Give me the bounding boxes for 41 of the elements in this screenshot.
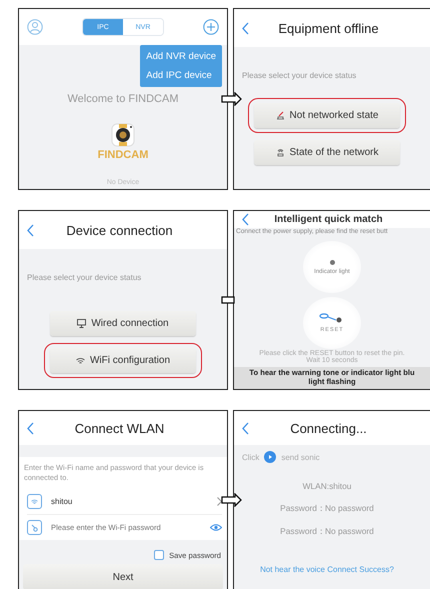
prompt-text: Please select your device status: [242, 71, 358, 80]
prompt-text: Please select your device status: [27, 273, 142, 282]
eye-icon[interactable]: [210, 524, 222, 531]
screen-title: Connect WLAN: [74, 420, 166, 436]
add-icon[interactable]: [203, 19, 219, 35]
password-text: Password：No password: [279, 503, 375, 514]
password-text: Password：No password: [279, 526, 375, 537]
option-button[interactable]: State of the network: [254, 140, 400, 165]
wifi-icon: [27, 494, 42, 509]
option-button[interactable]: WiFi configuration: [50, 348, 196, 373]
play-icon[interactable]: [264, 451, 276, 463]
monitor-icon: [77, 319, 86, 328]
send-text: send sonic: [281, 452, 320, 462]
indicator-dot: [330, 260, 334, 264]
wlan-text: WLAN:shitou: [302, 481, 352, 491]
option-button[interactable]: Not networked state: [254, 103, 400, 128]
back-icon[interactable]: [27, 422, 34, 434]
option-button[interactable]: Wired connection: [50, 311, 196, 336]
screen-title: Equipment offline: [277, 20, 380, 36]
key-icon: [27, 520, 42, 535]
chevron-right-icon[interactable]: [217, 497, 222, 506]
screen-title: Connecting...: [289, 420, 368, 436]
router-icon: [276, 111, 285, 120]
profile-icon[interactable]: [27, 19, 43, 35]
back-icon[interactable]: [242, 422, 249, 434]
logo-text: FINDCAM: [98, 149, 148, 161]
screen-title: Device connection: [65, 222, 174, 238]
back-icon[interactable]: [242, 213, 249, 226]
connector-icon: [221, 296, 235, 304]
click-text: Click: [242, 452, 260, 462]
right-arrow-icon: [221, 92, 243, 106]
welcome-text: Welcome to FINDCAM: [67, 93, 179, 105]
wifi-icon: [76, 356, 85, 364]
save-checkbox[interactable]: [154, 550, 164, 560]
back-icon[interactable]: [27, 224, 34, 236]
router-icon: [276, 148, 285, 157]
camera-app-icon: [111, 123, 135, 147]
next-button[interactable]: Next: [23, 564, 223, 589]
back-icon[interactable]: [242, 22, 249, 34]
wifi-name[interactable]: shitou: [51, 497, 208, 506]
screen-title: Intelligent quick match: [273, 214, 384, 225]
